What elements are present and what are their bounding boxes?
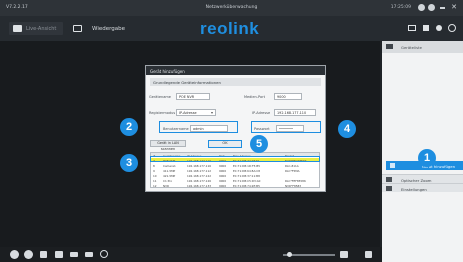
cell: 9000 — [219, 168, 227, 173]
device-name-label: Gerätename — [149, 95, 171, 99]
sidebar-item-settings[interactable]: Einstellungen — [382, 183, 463, 192]
menu-icon[interactable] — [428, 4, 435, 11]
live-view-icon — [13, 25, 22, 32]
ok-button[interactable]: OK — [208, 140, 242, 148]
device-list-label: Geräteliste — [401, 44, 422, 50]
cell: RLC*FEF85586 — [285, 178, 306, 183]
cell: 192.168.177.133 — [187, 183, 212, 188]
list-icon[interactable] — [423, 25, 429, 31]
cell: 9 — [153, 168, 155, 173]
snapshot-icon[interactable] — [40, 251, 47, 258]
table-row[interactable]: 8 Camera1 192.168.177.116 9000 EC:71:DB:… — [151, 163, 319, 168]
tab-live-label: Live-Ansicht — [26, 25, 57, 32]
grid-icon[interactable] — [340, 251, 348, 258]
device-list-header[interactable]: Geräteliste — [382, 41, 463, 53]
media-port-field[interactable]: 9000 — [274, 93, 302, 100]
playback-icon — [73, 25, 82, 32]
settings-icon — [386, 186, 392, 191]
cell: 9000 — [219, 173, 227, 178]
cell: C1 Pro — [163, 178, 173, 183]
cell: NVR*F8583 — [285, 183, 302, 188]
user-icon[interactable] — [418, 4, 425, 11]
volume-slider[interactable] — [283, 252, 335, 257]
device-list-icon — [386, 44, 393, 49]
register-mode-label: Registermodus — [149, 111, 176, 115]
sidebar-item-label: Einstellungen — [401, 186, 427, 192]
cell: Camera1 — [163, 163, 176, 168]
display-mode-icon[interactable] — [70, 252, 78, 257]
info-icon[interactable] — [448, 24, 456, 32]
table-row[interactable]: 11 C1 Pro 192.168.177.126 9000 EC:71:DB:… — [151, 178, 319, 183]
cell: 192.168.177.116 — [187, 163, 212, 168]
fullscreen-icon[interactable] — [365, 251, 372, 258]
cell: 11 — [153, 178, 157, 183]
minimize-icon[interactable] — [440, 7, 445, 9]
app-window: V7.2.2.17 Netzwerküberwachung 17:25:09 ✕… — [0, 0, 463, 262]
sidebar-item-zoom[interactable]: Optischer Zoom — [382, 174, 463, 183]
cell: 9000 — [219, 163, 227, 168]
layout-icon[interactable] — [408, 25, 416, 31]
stream-icon[interactable] — [85, 252, 93, 257]
cell: 9000 — [219, 178, 227, 183]
register-mode-value: IP-Adresse — [179, 111, 197, 116]
callout-1: 1 — [418, 149, 436, 167]
table-row[interactable]: 10 421-5MP 192.168.177.122 9000 EC:71:DB… — [151, 173, 319, 178]
slider-knob[interactable] — [287, 252, 292, 257]
ip-label: IP-Adresse — [252, 111, 271, 115]
cell: EC:71:DB:C5:D3:A0 — [233, 178, 261, 183]
cell: EC:71:DB:37:11:B8 — [233, 173, 260, 178]
play-icon[interactable] — [10, 250, 19, 259]
callout-3: 3 — [120, 154, 138, 172]
close-icon[interactable]: ✕ — [451, 3, 457, 11]
title-bar: V7.2.2.17 Netzwerküberwachung 17:25:09 ✕ — [0, 0, 463, 16]
scan-lan-button[interactable]: Gerät in LAN scannen — [150, 140, 186, 151]
selected-row-highlight — [150, 156, 320, 162]
tab-playback[interactable]: Wiedergabe — [72, 22, 132, 35]
zoom-icon — [386, 177, 392, 182]
record-icon[interactable] — [55, 251, 63, 258]
tab-playback-label: Wiedergabe — [92, 25, 126, 32]
stop-icon[interactable] — [24, 250, 33, 259]
dialog-section-header: Grundlegende Geräteinformationen — [150, 78, 321, 86]
reolink-logo: reolink — [200, 19, 260, 38]
cell: 421-5MP — [163, 173, 176, 178]
cell: 192.168.177.126 — [187, 178, 212, 183]
password-highlight — [251, 121, 321, 133]
ip-field[interactable]: 192.168.177.110 — [274, 109, 316, 116]
cell: EC:71:DB:74:2E:B5 — [233, 183, 260, 188]
cell: 10 — [153, 173, 157, 178]
cycle-icon[interactable] — [100, 250, 108, 258]
cell: NVR — [163, 183, 169, 188]
sidebar-item-label: Optischer Zoom — [401, 177, 432, 183]
device-name-field[interactable]: POE NVR — [176, 93, 210, 100]
cell: 12 — [153, 183, 157, 188]
cell: 192.168.177.122 — [187, 173, 212, 178]
cell: 8 — [153, 163, 155, 168]
register-mode-select[interactable]: IP-Adresse — [176, 109, 216, 116]
add-icon — [390, 163, 395, 168]
dialog-title: Gerät hinzufügen — [146, 66, 325, 75]
cell: 9000 — [219, 183, 227, 188]
bottom-toolbar — [0, 247, 382, 262]
clock-label: 17:25:09 — [390, 5, 411, 10]
cell: EC:71:DB:1D:F5:B5 — [233, 163, 261, 168]
callout-4: 4 — [338, 120, 356, 138]
cell: EC:71:DB:64:8A:C8 — [233, 168, 260, 173]
table-row[interactable]: 9 411-5MP 192.168.177.112 9000 EC:71:DB:… — [151, 168, 319, 173]
callout-5: 5 — [250, 135, 268, 153]
gear-icon[interactable] — [436, 25, 442, 31]
tab-live-view[interactable]: Live-Ansicht — [9, 22, 63, 35]
username-highlight — [159, 121, 238, 133]
callout-2: 2 — [120, 118, 138, 136]
table-row[interactable]: 12 NVR 192.168.177.133 9000 EC:71:DB:74:… — [151, 183, 319, 188]
cell: 411-5MP — [163, 168, 176, 173]
media-port-label: Medien-Port — [244, 95, 265, 99]
cell: 192.168.177.112 — [187, 168, 212, 173]
cell: RLC-811A — [285, 163, 299, 168]
cell: RLC*F5MA — [285, 168, 300, 173]
chevron-down-icon — [211, 112, 213, 114]
